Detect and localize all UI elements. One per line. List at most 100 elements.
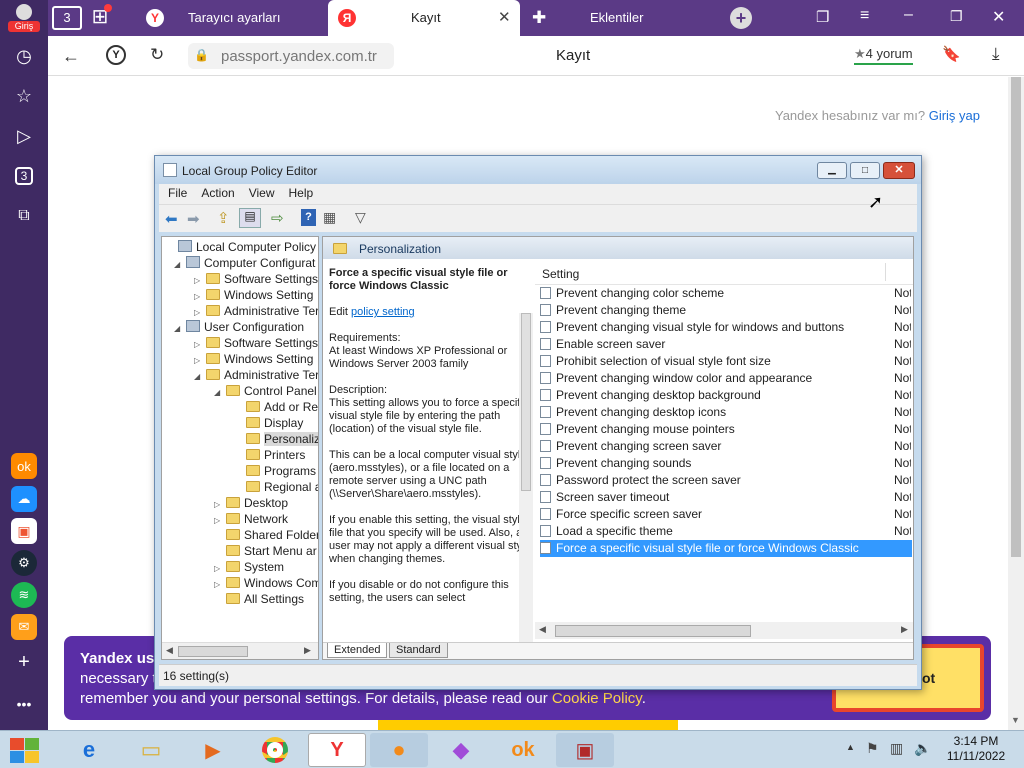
play-icon[interactable]: ▷: [8, 120, 40, 152]
setting-row[interactable]: Prevent changing visual style for window…: [540, 319, 912, 336]
network-icon[interactable]: ▥: [890, 740, 903, 757]
show-tree-icon[interactable]: ▤: [239, 208, 261, 228]
edit-policy-link[interactable]: policy setting: [351, 306, 415, 318]
forward-icon[interactable]: ➡: [187, 210, 200, 228]
start-button[interactable]: [8, 735, 42, 765]
show-hidden-icons[interactable]: ▲: [846, 742, 855, 752]
tree-item[interactable]: ▷ Administrative Ter: [194, 303, 318, 319]
tree-item[interactable]: Programs: [234, 463, 316, 479]
volume-icon[interactable]: 🔈: [914, 740, 931, 757]
tree-item[interactable]: Start Menu ar: [214, 543, 317, 559]
setting-row[interactable]: Password protect the screen saver Not: [540, 472, 912, 489]
yandex-browser-taskbar-icon[interactable]: Y: [308, 733, 366, 767]
close-tab-icon[interactable]: ✕: [498, 8, 511, 26]
tree-item[interactable]: ▷ Windows Setting: [194, 351, 313, 367]
ok-ru-icon[interactable]: ok: [494, 733, 552, 767]
settings-hscrollbar[interactable]: ◀ ▶: [535, 622, 913, 639]
scroll-left-arrow-icon[interactable]: ◀: [539, 624, 546, 635]
gpo-title-bar[interactable]: Local Group Policy Editor ▁ □ ✕: [155, 156, 921, 184]
tree-hscroll-thumb[interactable]: [178, 646, 248, 657]
menu-file[interactable]: File: [161, 184, 194, 204]
tree-item[interactable]: ▷ Desktop: [214, 495, 288, 511]
scroll-left-arrow-icon[interactable]: ◀: [166, 645, 173, 656]
yandex-mail-icon[interactable]: ●: [370, 733, 428, 767]
setting-row[interactable]: Prevent changing window color and appear…: [540, 370, 912, 387]
alice-icon[interactable]: ◆: [432, 733, 490, 767]
history-icon[interactable]: ◷: [8, 40, 40, 72]
reload-icon[interactable]: ↻: [150, 45, 164, 65]
setting-row[interactable]: Prevent changing desktop background Not: [540, 387, 912, 404]
setting-row[interactable]: Prevent changing mouse pointers Not: [540, 421, 912, 438]
tree-item[interactable]: Regional a: [234, 479, 318, 495]
tree-item[interactable]: ▷ Network: [214, 511, 288, 527]
tree-item[interactable]: ◢ Administrative Ter: [194, 367, 318, 383]
new-tab-button[interactable]: +: [730, 7, 752, 29]
profile-button[interactable]: Giriş: [8, 4, 40, 34]
odnoklassniki-icon[interactable]: ok: [11, 453, 37, 479]
tab-counter-button[interactable]: 3: [52, 6, 82, 30]
more-icon[interactable]: •••: [8, 688, 40, 720]
setting-row[interactable]: Prevent changing theme Not: [540, 302, 912, 319]
action-center-icon[interactable]: ⚑: [866, 740, 879, 757]
tabs-badge-icon[interactable]: 3: [8, 160, 40, 192]
tree-item[interactable]: ▷ Software Settings: [194, 271, 318, 287]
page-scrollbar[interactable]: ▼: [1008, 77, 1024, 730]
tree-item[interactable]: Shared Folder: [214, 527, 318, 543]
download-icon[interactable]: ⤓: [992, 44, 1000, 64]
help-icon[interactable]: ?: [301, 209, 316, 226]
menu-help[interactable]: Help: [282, 184, 321, 204]
tab-extended[interactable]: Extended: [327, 643, 388, 658]
login-link[interactable]: Giriş yap: [929, 108, 980, 123]
expand-arrow-icon[interactable]: ◢: [174, 257, 186, 273]
menu-icon[interactable]: ≡: [860, 7, 869, 25]
office-icon[interactable]: ▣: [11, 518, 37, 544]
back-icon[interactable]: ⬅: [165, 210, 178, 228]
setting-row[interactable]: Load a specific theme Not: [540, 523, 912, 540]
add-panel-icon[interactable]: +: [8, 646, 40, 678]
tree-item[interactable]: ◢ Control Panel: [214, 383, 317, 399]
bookmarks-star-icon[interactable]: ☆: [8, 80, 40, 112]
scroll-down-arrow-icon[interactable]: ▼: [1011, 715, 1020, 725]
scroll-right-arrow-icon[interactable]: ▶: [901, 624, 908, 635]
yandex-home-icon[interactable]: Y: [106, 45, 126, 65]
mail-icon[interactable]: ✉: [11, 614, 37, 640]
settings-hscroll-thumb[interactable]: [555, 625, 751, 637]
description-scrollbar[interactable]: [519, 313, 533, 643]
gpo-maximize-button[interactable]: □: [850, 162, 880, 179]
setting-row[interactable]: Force specific screen saver Not: [540, 506, 912, 523]
tree-item[interactable]: ▷ Windows Setting: [194, 287, 313, 303]
tree-hscrollbar[interactable]: ◀ ▶: [162, 642, 318, 659]
tree-item[interactable]: ▷ Software Settings: [194, 335, 318, 351]
clock[interactable]: 3:14 PM 11/11/2022: [936, 734, 1016, 764]
reviews-button[interactable]: ★4 yorum: [854, 46, 913, 65]
cloud-icon[interactable]: ☁: [11, 486, 37, 512]
collections-icon[interactable]: ❐: [816, 8, 829, 26]
setting-row[interactable]: Prevent changing color scheme Not: [540, 285, 912, 302]
tree-item[interactable]: Local Computer Policy: [166, 239, 316, 255]
gpo-close-button[interactable]: ✕: [883, 162, 915, 179]
menu-view[interactable]: View: [242, 184, 282, 204]
gpo-taskbar-icon[interactable]: ▣: [556, 733, 614, 767]
tree-item[interactable]: ◢ User Configuration: [174, 319, 304, 335]
setting-row[interactable]: Prevent changing sounds Not: [540, 455, 912, 472]
screenshot-icon[interactable]: ⧉: [8, 200, 40, 232]
url-field[interactable]: 🔒 passport.yandex.com.tr: [188, 43, 394, 69]
setting-row[interactable]: Prevent changing screen saver Not: [540, 438, 912, 455]
tab-register[interactable]: Я Kayıt ✕: [328, 0, 520, 36]
tree-item[interactable]: Personaliz: [234, 431, 318, 447]
file-explorer-icon[interactable]: ▭: [122, 733, 180, 767]
properties-icon[interactable]: ▦: [323, 209, 336, 226]
spotify-icon[interactable]: ≋: [11, 582, 37, 608]
media-player-icon[interactable]: ▶: [184, 733, 242, 767]
back-arrow-icon[interactable]: ←: [62, 46, 80, 67]
description-scroll-thumb[interactable]: [521, 313, 531, 491]
column-setting[interactable]: Setting: [542, 267, 579, 281]
tree-item[interactable]: All Settings: [214, 591, 304, 607]
tree-item[interactable]: Printers: [234, 447, 305, 463]
minimize-icon[interactable]: –: [904, 6, 913, 24]
scroll-right-arrow-icon[interactable]: ▶: [304, 645, 311, 656]
expand-arrow-icon[interactable]: ◢: [214, 385, 226, 401]
tree-item[interactable]: Display: [234, 415, 303, 431]
tree-item[interactable]: ▷ Windows Com: [214, 575, 318, 591]
restore-icon[interactable]: ❐: [950, 8, 963, 25]
